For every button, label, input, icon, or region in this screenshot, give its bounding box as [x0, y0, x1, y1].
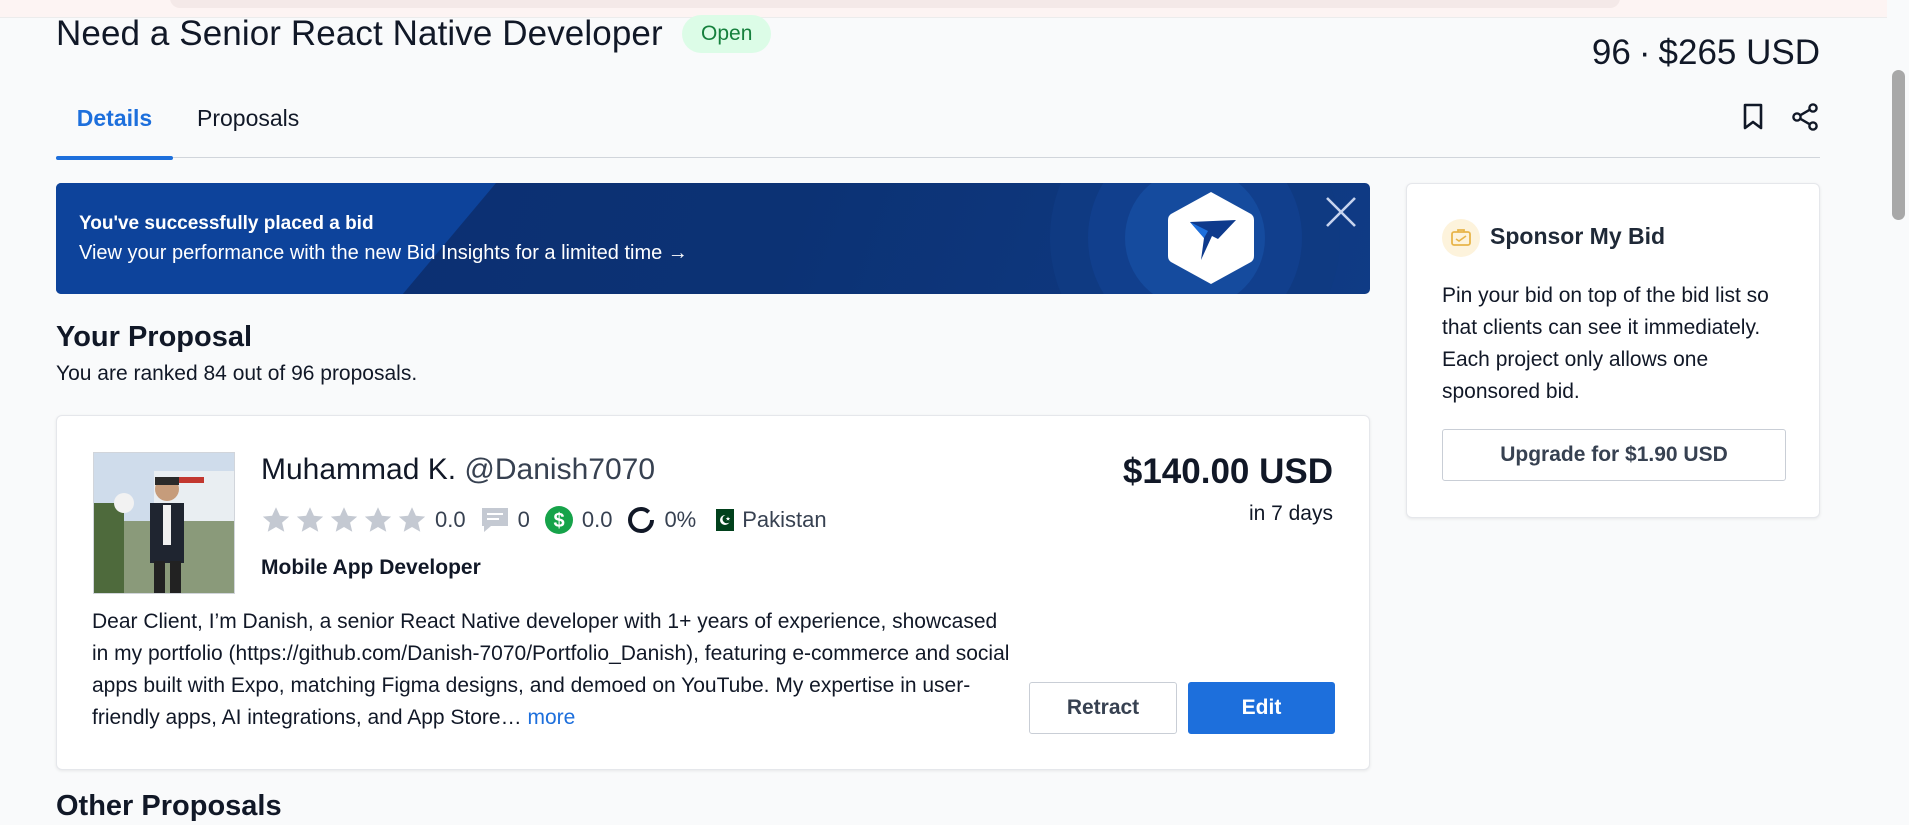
rating-metric: 0.0 [435, 507, 466, 533]
tab-details[interactable]: Details [56, 88, 173, 160]
freelancer-name[interactable]: Muhammad K. @Danish7070 [261, 453, 655, 487]
star-rating [261, 506, 427, 534]
star-icon [398, 507, 426, 532]
project-title: Need a Senior React Native Developer [56, 14, 663, 53]
more-link[interactable]: more [527, 706, 575, 729]
other-proposals-heading: Other Proposals [56, 790, 282, 822]
sponsor-bid-panel: Sponsor My Bid Pin your bid on top of th… [1406, 183, 1820, 518]
tab-bar: Details Proposals [56, 88, 1820, 160]
star-icon [364, 507, 392, 532]
reviews-count: 0 [517, 507, 530, 532]
close-icon[interactable] [1324, 195, 1358, 229]
rank-text: You are ranked 84 out of 96 proposals. [56, 362, 418, 385]
delivery-time: in 7 days [1248, 502, 1333, 525]
banner-wedge [56, 183, 497, 294]
top-search-pill[interactable] [170, 0, 1620, 8]
bid-price: $140.00 USD [1122, 452, 1333, 491]
earnings-metric: $ 0.0 [544, 505, 613, 535]
bid-count: 96 [1591, 33, 1631, 72]
completion-ring-icon [628, 507, 655, 533]
completion-rate: 0% [664, 507, 697, 532]
tab-actions [1738, 100, 1820, 134]
pakistan-flag-icon [710, 509, 735, 531]
bid-summary: 96 · $265 USD [1592, 33, 1820, 73]
edit-button[interactable]: Edit [1188, 682, 1335, 734]
bid-insights-banner[interactable]: You've successfully placed a bid View yo… [56, 183, 1370, 294]
freelancer-display-name: Muhammad K. [261, 453, 457, 486]
scrollbar-thumb[interactable] [1892, 70, 1905, 220]
proposal-card: Muhammad K. @Danish7070 0.0 0 $ 0.0 0% P… [56, 415, 1370, 770]
banner-link[interactable]: View your performance with the new Bid I… [79, 242, 688, 265]
freelancer-metrics: 0.0 0 $ 0.0 0% Pakistan [261, 504, 841, 536]
proposal-description: Dear Client, I’m Danish, a senior React … [92, 606, 1012, 734]
share-icon[interactable] [1790, 100, 1820, 134]
status-badge: Open [682, 15, 772, 53]
scrollbar[interactable] [1887, 0, 1909, 825]
bid-summary-separator: · [1638, 33, 1651, 72]
banner-headline: You've successfully placed a bid [79, 213, 374, 234]
star-icon [262, 507, 290, 532]
earnings-score: 0.0 [581, 507, 613, 532]
your-proposal-heading: Your Proposal [56, 321, 253, 353]
freelancer-handle: @Danish7070 [464, 453, 655, 486]
sponsor-badge-icon [1442, 219, 1480, 257]
freelancer-role: Mobile App Developer [261, 556, 481, 579]
reviews-metric: 0 [480, 506, 530, 534]
upgrade-button[interactable]: Upgrade for $1.90 USD [1442, 429, 1786, 481]
svg-text:$: $ [553, 510, 564, 532]
retract-button[interactable]: Retract [1029, 682, 1177, 734]
country-metric: Pakistan [710, 507, 827, 533]
bookmark-icon[interactable] [1738, 100, 1768, 134]
average-bid: $265 USD [1658, 33, 1820, 72]
avatar[interactable] [93, 452, 235, 594]
freelancer-logo-icon [1168, 192, 1254, 284]
star-icon [296, 507, 324, 532]
sponsor-description: Pin your bid on top of the bid list so t… [1442, 284, 1769, 403]
rating-value: 0.0 [435, 507, 466, 532]
star-icon [330, 507, 358, 532]
country-name: Pakistan [742, 507, 827, 532]
tab-proposals[interactable]: Proposals [197, 88, 299, 158]
sponsor-title: Sponsor My Bid [1490, 223, 1666, 249]
completion-metric: 0% [626, 505, 696, 535]
comment-icon [481, 508, 508, 532]
dollar-icon: $ [544, 506, 573, 534]
